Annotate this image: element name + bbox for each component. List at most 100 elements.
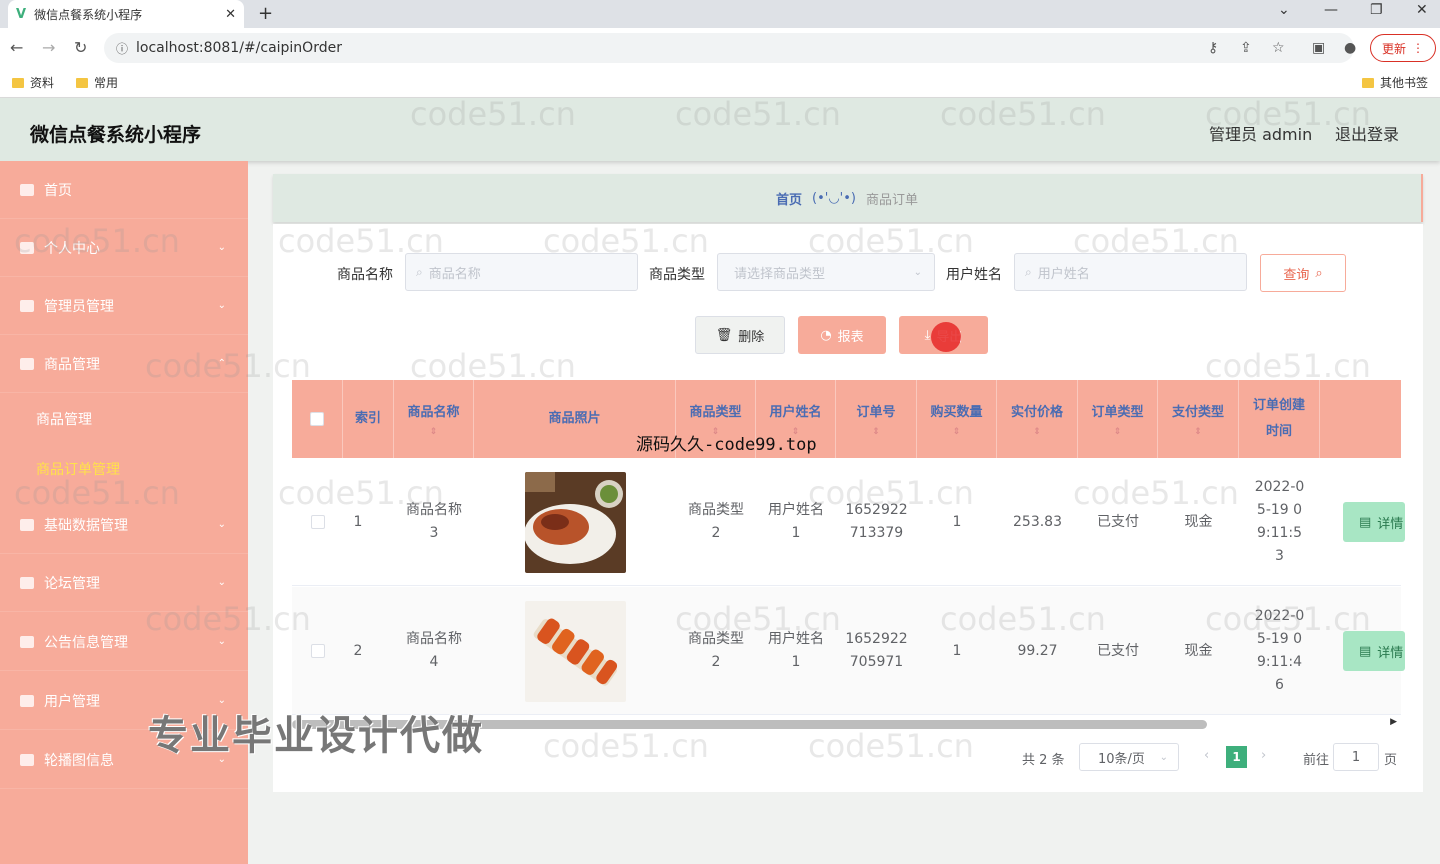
sidebar-item-home[interactable]: 首页: [0, 161, 248, 219]
carousel-icon: [20, 753, 34, 766]
goto-page-input[interactable]: 1: [1333, 743, 1379, 771]
sidebar-item-label: 轮播图信息: [44, 752, 114, 769]
column-header[interactable]: 购买数量 ⇕: [917, 380, 997, 458]
watermark: code51.cn: [14, 474, 180, 512]
browser-tabbar: V 微信点餐系统小程序 ✕ + ⌄ — ❐ ✕: [0, 0, 1440, 28]
delete-button[interactable]: 🗑 删除: [695, 316, 785, 354]
prev-page-icon[interactable]: ‹: [1204, 748, 1209, 763]
column-header[interactable]: 商品名称 ⇕: [394, 380, 474, 458]
watermark: code51.cn: [14, 222, 180, 260]
address-bar-row: ← → ↻ ⓘ localhost:8081/#/caipinOrder ⚷ ⇪…: [0, 28, 1440, 68]
column-header-label: 商品照片: [548, 411, 601, 426]
scroll-right-icon[interactable]: ▶: [1390, 717, 1397, 727]
query-button[interactable]: 查询 ⌕: [1260, 254, 1346, 292]
chevron-down-icon: ⌄: [217, 577, 226, 588]
promo-overlay-text: 专业毕业设计代做: [148, 713, 484, 759]
search-icon: ⌕: [1315, 265, 1323, 281]
bookmark-folder[interactable]: 常用: [76, 74, 118, 91]
breadcrumb-home[interactable]: 首页: [776, 189, 802, 208]
select-all-checkbox[interactable]: [310, 412, 324, 426]
column-header[interactable]: 订单类型 ⇕: [1078, 380, 1158, 458]
cell-photo: [474, 458, 676, 586]
page-size-select[interactable]: 10条/页 ⌄: [1079, 743, 1179, 771]
update-button[interactable]: 更新 ⋮: [1370, 34, 1436, 62]
browser-tab[interactable]: V 微信点餐系统小程序 ✕: [8, 0, 244, 28]
page-number-current[interactable]: 1: [1226, 746, 1247, 768]
star-icon[interactable]: ☆: [1272, 40, 1285, 56]
bookmark-label: 常用: [94, 76, 119, 90]
search-icon: ⌕: [1025, 264, 1032, 279]
notice-icon: [20, 635, 34, 648]
new-tab-icon[interactable]: +: [258, 3, 273, 24]
chevron-down-icon: ⌄: [217, 519, 226, 530]
report-button[interactable]: ◔ 报表: [798, 316, 886, 354]
cell-name: 商品名称4: [406, 631, 462, 670]
tab-search-icon[interactable]: ⌄: [1278, 2, 1290, 18]
other-bookmarks[interactable]: 其他书签: [1362, 74, 1428, 91]
column-header-label: 商品类型: [689, 405, 742, 420]
source-overlay-text: 源码久久-code99.top: [636, 435, 817, 455]
sort-icon: ⇕: [952, 427, 961, 437]
close-window-icon[interactable]: ✕: [1416, 2, 1428, 18]
document-icon: ▤: [1359, 643, 1372, 659]
watermark: code51.cn: [808, 727, 974, 765]
sidebar-subitem-goods[interactable]: 商品管理: [36, 409, 92, 429]
back-icon[interactable]: ←: [10, 38, 23, 57]
report-label: 报表: [837, 329, 864, 345]
column-header-label: 支付类型: [1171, 405, 1224, 420]
column-header[interactable]: 订单创建时间: [1239, 380, 1320, 458]
restore-icon[interactable]: ❐: [1370, 2, 1383, 18]
folder-icon: [12, 77, 24, 88]
column-header[interactable]: 支付类型 ⇕: [1158, 380, 1239, 458]
breadcrumb: 首页 (•'◡'•) 商品订单: [273, 174, 1423, 222]
sidepanel-icon[interactable]: ▣: [1312, 40, 1325, 56]
bookmark-label: 资料: [30, 76, 55, 90]
grid-icon: [20, 518, 34, 531]
chevron-down-icon: ⌄: [217, 242, 226, 253]
goto-label: 前往: [1303, 753, 1330, 768]
update-label: 更新: [1381, 41, 1406, 56]
row-checkbox[interactable]: [310, 515, 325, 529]
column-header-label: 索引: [354, 411, 381, 426]
next-page-icon[interactable]: ›: [1261, 748, 1266, 763]
query-label: 查询: [1283, 267, 1310, 283]
site-info-icon[interactable]: ⓘ: [116, 40, 128, 57]
food-photo: [524, 471, 626, 573]
column-header-label: 订单创建时间: [1253, 398, 1306, 439]
column-header[interactable]: 实付价格 ⇕: [997, 380, 1078, 458]
profile-icon[interactable]: ●: [1344, 40, 1356, 56]
watermark: code51.cn: [145, 600, 311, 638]
detail-label: 详情: [1377, 516, 1404, 532]
minimize-icon[interactable]: —: [1324, 2, 1338, 18]
watermark: code51.cn: [410, 95, 576, 133]
column-header-label: 商品名称: [407, 405, 460, 420]
cell-photo: [474, 587, 676, 715]
close-tab-icon[interactable]: ✕: [225, 7, 236, 22]
sidebar-item-label: 管理员管理: [44, 298, 114, 315]
folder-icon: [1362, 77, 1374, 88]
sidebar-item-admins[interactable]: 管理员管理 ⌄: [0, 277, 248, 335]
document-icon: ▤: [1359, 514, 1372, 530]
reload-icon[interactable]: ↻: [74, 38, 87, 57]
filter-user-label: 用户姓名: [946, 267, 1002, 283]
home-icon: [20, 183, 34, 196]
cell-order-no: 1652922705971: [845, 631, 908, 670]
detail-button[interactable]: ▤ 详情: [1343, 502, 1405, 542]
column-header[interactable]: 订单号 ⇕: [836, 380, 917, 458]
food-photo: [524, 600, 626, 702]
share-icon[interactable]: ⇪: [1240, 40, 1252, 56]
row-checkbox[interactable]: [310, 644, 325, 658]
app-title: 微信点餐系统小程序: [30, 124, 202, 146]
forward-icon[interactable]: →: [42, 38, 55, 57]
users-icon: [20, 694, 34, 707]
key-icon[interactable]: ⚷: [1208, 40, 1218, 56]
column-header-label: 订单号: [856, 405, 896, 420]
url-text: localhost:8081/#/caipinOrder: [136, 40, 342, 56]
bookmark-folder[interactable]: 资料: [12, 74, 54, 91]
address-bar[interactable]: ⓘ localhost:8081/#/caipinOrder: [104, 33, 1354, 63]
sidebar-item-label: 用户管理: [44, 693, 100, 710]
watermark: code51.cn: [940, 95, 1106, 133]
filter-type-label: 商品类型: [649, 267, 705, 283]
trash-icon: 🗑: [715, 327, 733, 343]
pagination-total: 共 2 条: [1022, 753, 1065, 768]
